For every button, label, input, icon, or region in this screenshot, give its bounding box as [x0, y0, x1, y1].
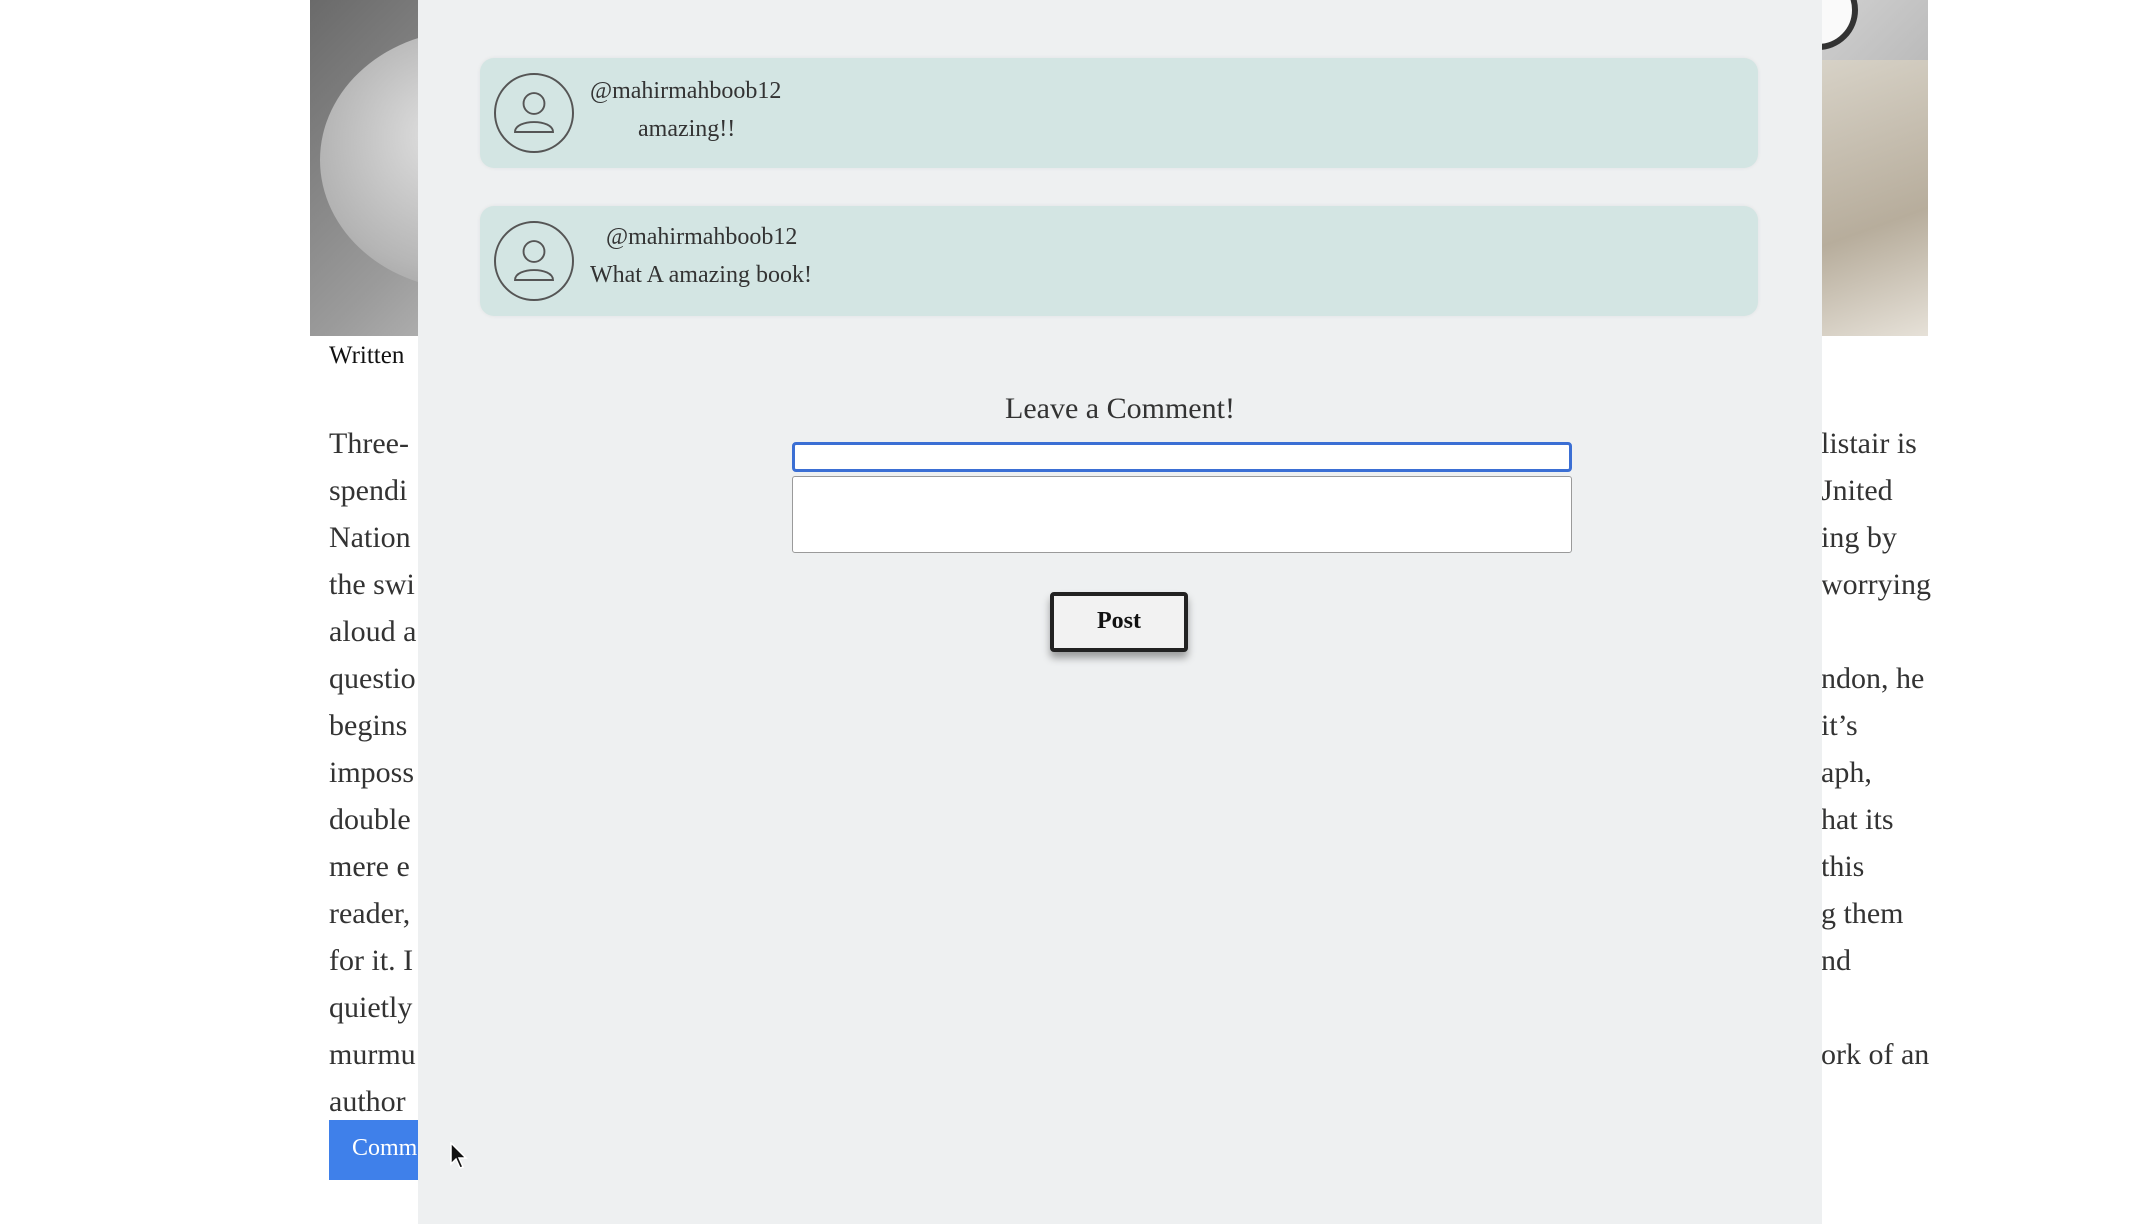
comment-username: @mahirmahboob12	[590, 78, 782, 104]
author-byline: Written	[329, 342, 405, 369]
form-title: Leave a Comment!	[1005, 392, 1235, 425]
comment-card: @mahirmahboob12 What A amazing book!	[480, 206, 1758, 316]
user-name-input[interactable]	[792, 442, 1572, 472]
mouse-cursor-icon	[450, 1142, 468, 1169]
comment-username: @mahirmahboob12	[606, 224, 798, 250]
comment-card: @mahirmahboob12 amazing!!	[480, 58, 1758, 168]
user-avatar-icon	[494, 221, 574, 301]
comments-modal: @mahirmahboob12 amazing!! @mahirmahboob1…	[418, 0, 1822, 1224]
user-avatar-icon	[494, 73, 574, 153]
article-text-left: Three- spendi Nation the swi aloud a que…	[329, 427, 417, 1118]
person-icon	[514, 92, 554, 133]
comment-text: amazing!!	[638, 116, 736, 142]
comment-textarea[interactable]	[792, 476, 1572, 553]
comment-text: What A amazing book!	[590, 262, 812, 288]
person-icon	[514, 240, 554, 281]
article-text-right: listair is Jnited ing by worrying ndon, …	[1821, 427, 1931, 1071]
post-button[interactable]: Post	[1050, 592, 1188, 652]
